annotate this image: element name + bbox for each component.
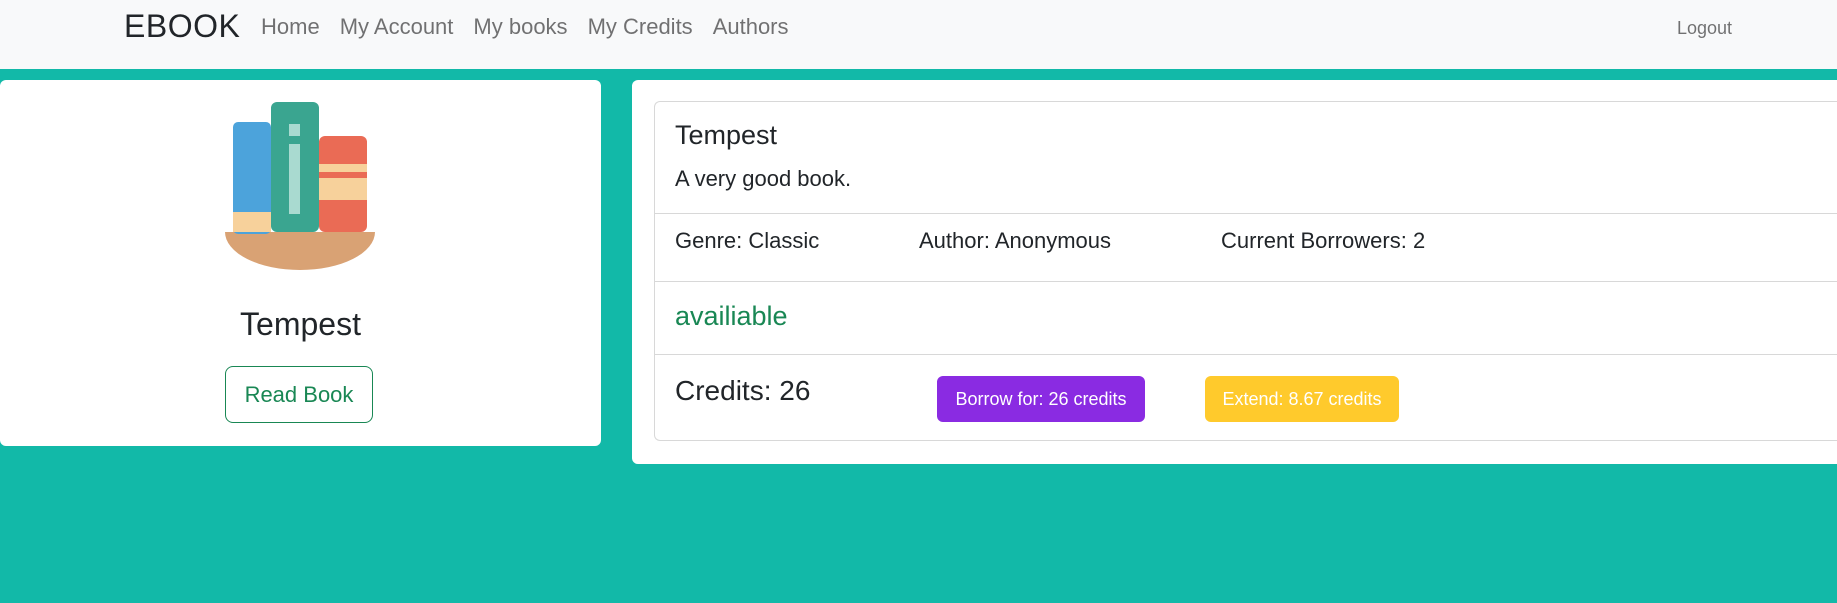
nav-link-my-books[interactable]: My books xyxy=(473,14,567,40)
books-shelf-icon xyxy=(225,102,375,270)
availability-status: availiable xyxy=(675,301,788,331)
nav-link-home[interactable]: Home xyxy=(261,14,320,40)
details-title: Tempest xyxy=(675,120,778,150)
brand-logo[interactable]: EBOOK xyxy=(124,8,240,45)
borrow-button[interactable]: Borrow for: 26 credits xyxy=(937,376,1145,422)
author-label: Author: Anonymous xyxy=(919,228,1112,253)
nav-link-authors[interactable]: Authors xyxy=(713,14,789,40)
divider xyxy=(655,354,1837,355)
book-details-card: Tempest A very good book. Genre: Classic… xyxy=(632,80,1837,464)
logout-link[interactable]: Logout xyxy=(1677,18,1732,39)
extend-button[interactable]: Extend: 8.67 credits xyxy=(1205,376,1399,422)
read-book-button[interactable]: Read Book xyxy=(225,366,373,423)
book-title: Tempest xyxy=(240,306,361,342)
nav-link-my-credits[interactable]: My Credits xyxy=(588,14,693,40)
book-cover-card: Tempest Read Book xyxy=(0,80,601,446)
genre-label: Genre: Classic xyxy=(675,228,820,253)
borrowers-label: Current Borrowers: 2 xyxy=(1221,228,1426,253)
details-panel: Tempest A very good book. Genre: Classic… xyxy=(654,101,1837,441)
nav-link-my-account[interactable]: My Account xyxy=(340,14,454,40)
credits-label: Credits: 26 xyxy=(675,375,811,406)
navbar: EBOOK Home My Account My books My Credit… xyxy=(0,0,1837,69)
book-description: A very good book. xyxy=(675,166,852,191)
nav-links: Home My Account My books My Credits Auth… xyxy=(261,14,789,40)
divider xyxy=(655,281,1837,282)
divider xyxy=(655,213,1837,214)
details-header: Tempest A very good book. xyxy=(655,102,1837,213)
